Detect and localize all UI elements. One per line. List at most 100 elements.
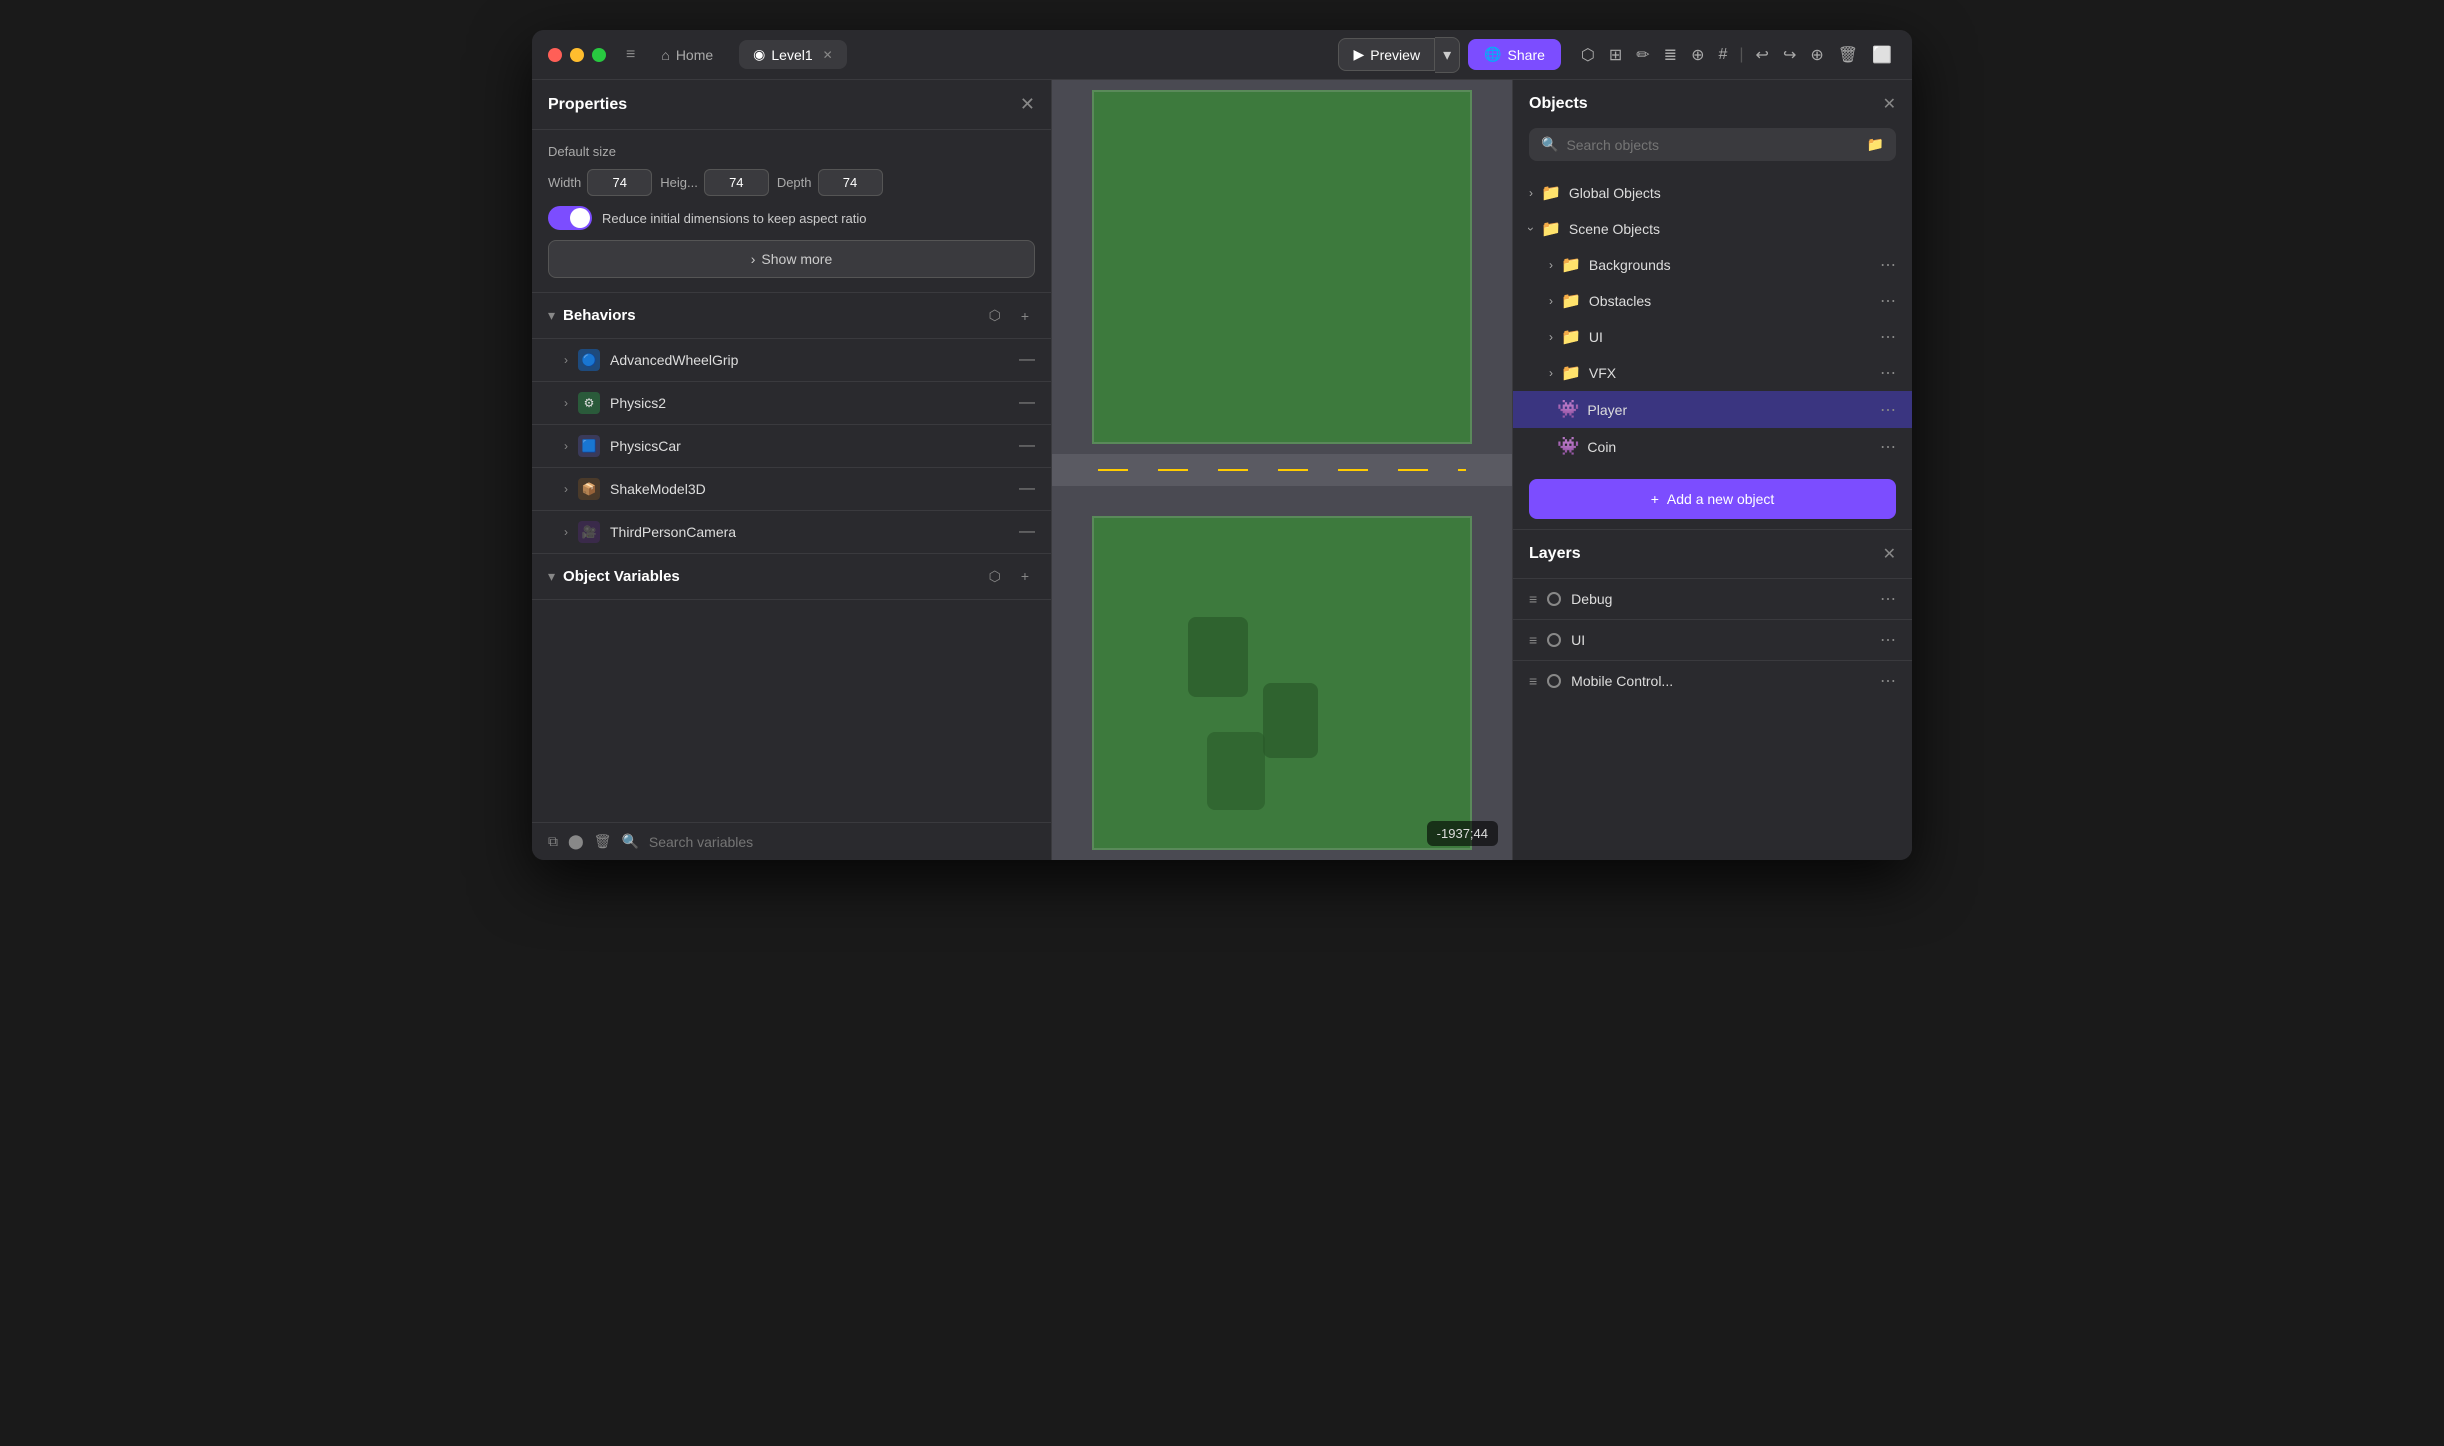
list-icon[interactable]: ≣ [1660,41,1681,69]
behavior-remove-physicscar[interactable]: — [1019,437,1035,455]
menu-icon[interactable]: ≡ [626,46,635,64]
objects-folder-icon[interactable]: 📁 [1867,136,1884,153]
objects-search-bar[interactable]: 🔍 📁 [1529,128,1896,161]
vfx-left: › 📁 VFX [1549,363,1616,383]
behavior-left: › 🎥 ThirdPersonCamera [564,521,736,543]
obstacles-dots[interactable]: ⋯ [1880,291,1896,311]
object-variables-add-icon[interactable]: + [1015,566,1035,587]
puzzle-icon[interactable]: ⊞ [1605,41,1626,69]
player-dots[interactable]: ⋯ [1880,400,1896,420]
ui-group[interactable]: › 📁 UI ⋯ [1513,319,1912,355]
behavior-physicscar[interactable]: › 🟦 PhysicsCar — [532,424,1051,467]
coin-item[interactable]: 👾 Coin ⋯ [1513,428,1912,465]
layers-close-icon[interactable]: ✕ [1883,544,1896,564]
properties-header: Properties ✕ [532,80,1051,130]
layer-dots-ui[interactable]: ⋯ [1880,630,1896,650]
behavior-physics2[interactable]: › ⚙ Physics2 — [532,381,1051,424]
depth-input[interactable] [818,169,883,196]
cube-icon[interactable]: ⬡ [1577,41,1599,69]
aspect-ratio-label: Reduce initial dimensions to keep aspect… [602,211,866,226]
objects-close-icon[interactable]: ✕ [1883,94,1896,114]
width-input[interactable] [587,169,652,196]
aspect-ratio-toggle[interactable] [548,206,592,230]
edit-icon[interactable]: ⬜ [1868,41,1896,69]
behavior-remove-advancedwheelgrip[interactable]: — [1019,351,1035,369]
layer-ui[interactable]: ≡ UI ⋯ [1513,619,1912,660]
layers-header: Layers ✕ [1513,530,1912,578]
objects-search-input[interactable] [1566,137,1858,153]
tab-level1[interactable]: ◉ Level1 ✕ [739,40,847,69]
object-variables-bottom: ⧉ ⬤ 🗑 🔍 [532,822,1051,860]
behavior-icon-physics2: ⚙ [578,392,600,414]
delete-icon[interactable]: 🗑 [1834,41,1862,69]
layers-icon[interactable]: ⊕ [1687,41,1708,69]
scene-container: -1937;44 [1052,80,1512,860]
redo-icon[interactable]: ↪ [1779,41,1800,69]
behavior-remove-thirdpersoncamera[interactable]: — [1019,523,1035,541]
behavior-shakemodel3d[interactable]: › 📦 ShakeModel3D — [532,467,1051,510]
chevron-right-icon: › [751,251,756,267]
obstacles-left: › 📁 Obstacles [1549,291,1651,311]
object-variables-section: ▾ Object Variables ⬡ + ⧉ ⬤ 🗑 🔍 [532,554,1051,860]
layers-panel-title: Layers [1529,545,1581,563]
behavior-advancedwheelgrip[interactable]: › 🔵 AdvancedWheelGrip — [532,338,1051,381]
backgrounds-dots[interactable]: ⋯ [1880,255,1896,275]
behavior-chevron: › [564,396,568,410]
behaviors-add-icon[interactable]: + [1015,306,1035,326]
properties-close[interactable]: ✕ [1020,94,1035,115]
object-variables-header: ▾ Object Variables ⬡ + [532,554,1051,600]
main-layout: Properties ✕ Default size Width Heig... [532,80,1912,860]
share-button[interactable]: 🌐 Share [1468,39,1561,70]
paste-variable-icon[interactable]: ⬤ [568,833,584,850]
pen-icon[interactable]: ✏ [1632,41,1653,69]
coin-dots[interactable]: ⋯ [1880,437,1896,457]
layer-drag-debug: ≡ [1529,591,1537,607]
minimize-button[interactable] [570,48,584,62]
ui-dots[interactable]: ⋯ [1880,327,1896,347]
layer-drag-mobile: ≡ [1529,673,1537,689]
behavior-name-physicscar: PhysicsCar [610,438,681,454]
layer-dots-debug[interactable]: ⋯ [1880,589,1896,609]
layer-dots-mobile[interactable]: ⋯ [1880,671,1896,691]
close-button[interactable] [548,48,562,62]
left-panel: Properties ✕ Default size Width Heig... [532,80,1052,860]
behaviors-title: Behaviors [563,307,636,324]
hash-icon[interactable]: # [1714,42,1731,68]
road-markings [1098,469,1466,471]
layer-mobile[interactable]: ≡ Mobile Control... ⋯ [1513,660,1912,701]
obstacles-group[interactable]: › 📁 Obstacles ⋯ [1513,283,1912,319]
behavior-thirdpersoncamera[interactable]: › 🎥 ThirdPersonCamera — [532,510,1051,553]
canvas-area[interactable]: -1937;44 [1052,80,1512,860]
layer-debug[interactable]: ≡ Debug ⋯ [1513,578,1912,619]
global-objects-chevron: › [1529,186,1533,200]
scene-objects-label: Scene Objects [1569,221,1660,237]
behavior-remove-physics2[interactable]: — [1019,394,1035,412]
behaviors-header[interactable]: ▾ Behaviors ⬡ + [532,293,1051,338]
behavior-remove-shakemodel3d[interactable]: — [1019,480,1035,498]
level1-tab-close[interactable]: ✕ [823,48,833,62]
backgrounds-group[interactable]: › 📁 Backgrounds ⋯ [1513,247,1912,283]
preview-dropdown[interactable]: ▾ [1435,37,1460,73]
undo-icon[interactable]: ↩ [1752,41,1773,69]
object-variables-open-icon[interactable]: ⬡ [983,566,1007,587]
behaviors-open-icon[interactable]: ⬡ [983,305,1007,326]
player-object-icon: 👾 [1557,399,1579,420]
objects-panel: Objects ✕ 🔍 📁 › 📁 [1513,80,1912,530]
search-variables-input[interactable] [649,834,1035,850]
vfx-group[interactable]: › 📁 VFX ⋯ [1513,355,1912,391]
tab-home[interactable]: ⌂ Home [647,41,727,69]
preview-button[interactable]: ▶ Preview [1338,38,1435,71]
player-item[interactable]: 👾 Player ⋯ [1513,391,1912,428]
title-bar: ≡ ⌂ Home ◉ Level1 ✕ ▶ Preview ▾ 🌐 Share [532,30,1912,80]
vfx-dots[interactable]: ⋯ [1880,363,1896,383]
zoom-icon[interactable]: ⊕ [1806,41,1827,69]
maximize-button[interactable] [592,48,606,62]
behavior-chevron: › [564,525,568,539]
copy-variable-icon[interactable]: ⧉ [548,833,558,850]
add-object-button[interactable]: + Add a new object [1529,479,1896,519]
delete-variable-icon[interactable]: 🗑 [594,833,612,850]
show-more-button[interactable]: › Show more [548,240,1035,278]
height-input[interactable] [704,169,769,196]
scene-objects-group[interactable]: › 📁 Scene Objects [1513,211,1912,247]
global-objects-group[interactable]: › 📁 Global Objects [1513,175,1912,211]
